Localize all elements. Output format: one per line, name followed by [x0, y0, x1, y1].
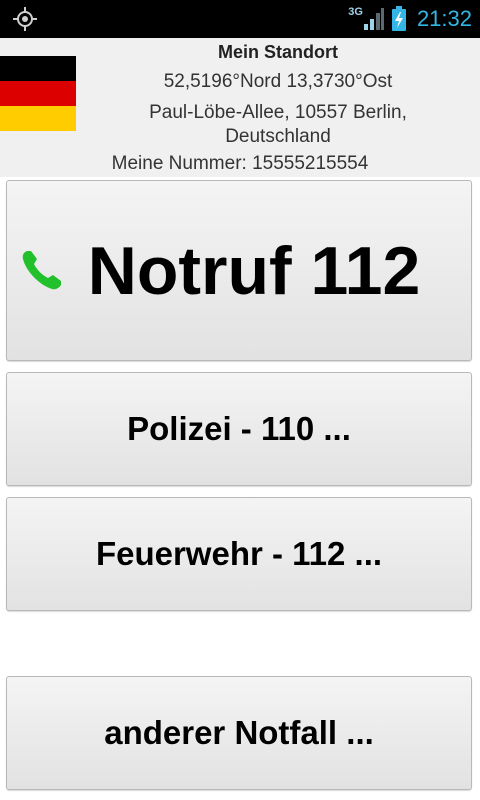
phone-icon — [22, 251, 62, 290]
flag-stripe-gold — [0, 106, 76, 131]
gps-icon — [13, 7, 37, 31]
other-emergency-button[interactable]: anderer Notfall ... — [6, 676, 472, 790]
flag-stripe-red — [0, 81, 76, 106]
my-number: Meine Nummer: 15555215554 — [111, 153, 369, 174]
fire-department-button[interactable]: Feuerwehr - 112 ... — [6, 497, 472, 611]
clock: 21:32 — [416, 6, 472, 31]
status-bar: 3G 21:32 — [0, 0, 480, 38]
flag-stripe-black — [0, 56, 76, 81]
germany-flag — [0, 56, 76, 131]
location-coordinates: 52,5196°Nord 13,3730°Ost — [163, 71, 393, 92]
fire-department-label: Feuerwehr - 112 ... — [95, 535, 383, 572]
location-title: Mein Standort — [218, 42, 338, 62]
other-emergency-label: anderer Notfall ... — [104, 714, 374, 751]
network-type: 3G — [348, 6, 363, 18]
location-header: Mein Standort 52,5196°Nord 13,3730°Ost P… — [0, 38, 480, 177]
police-label: Polizei - 110 ... — [127, 410, 351, 447]
emergency-call-label: Notruf 112 — [87, 232, 421, 309]
battery-charging-icon — [391, 6, 406, 31]
location-address: Paul-Löbe-Allee, 10557 Berlin, Deutschla… — [149, 102, 407, 147]
police-button[interactable]: Polizei - 110 ... — [6, 372, 472, 486]
emergency-call-button[interactable]: Notruf 112 — [6, 180, 472, 361]
signal-icon — [363, 8, 384, 30]
